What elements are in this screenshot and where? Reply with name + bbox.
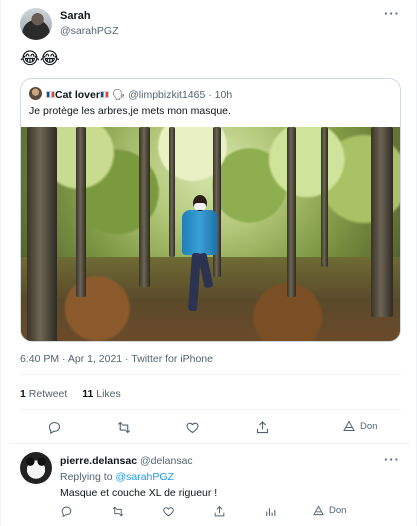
tree-trunk xyxy=(139,127,150,287)
reply-share-button[interactable] xyxy=(213,505,226,518)
reply-reply-button[interactable] xyxy=(60,505,73,518)
quoted-author-handle: @limpbizkit1465 xyxy=(128,89,206,101)
tip-label: Don xyxy=(360,420,378,432)
quoted-separator: · xyxy=(205,89,215,101)
quoted-author-avatar xyxy=(29,87,42,100)
quoted-tweet-card[interactable]: Cat lover 🗣 @limpbizkit1465 · 10h Je pro… xyxy=(20,78,401,342)
tip-icon xyxy=(313,505,324,516)
share-icon xyxy=(214,505,225,517)
person-jacket xyxy=(182,210,218,255)
tip-icon xyxy=(343,420,355,431)
reply-tip-button[interactable]: Don xyxy=(313,505,346,516)
replying-to: Replying to @sarahPGZ xyxy=(60,471,174,483)
person-leg xyxy=(197,252,214,289)
more-options-icon[interactable]: ··· xyxy=(384,6,400,21)
quoted-author-name: Cat lover xyxy=(55,89,100,101)
reply-tip-label: Don xyxy=(329,505,347,516)
quoted-tweet-text: Je protège les arbres,je mets mon masque… xyxy=(29,105,231,117)
retweet-count: 1 xyxy=(20,388,26,400)
retweet-icon xyxy=(117,421,131,434)
france-flag-icon xyxy=(46,91,55,98)
tweet-stats: 1 Retweet 11 Likes xyxy=(20,388,121,400)
divider xyxy=(9,443,410,444)
replying-to-link[interactable]: @sarahPGZ xyxy=(115,471,174,483)
reply-author-avatar[interactable] xyxy=(20,452,52,484)
share-icon xyxy=(256,421,269,434)
tree-trunk xyxy=(27,127,57,341)
tip-button[interactable]: Don xyxy=(343,420,377,432)
divider xyxy=(20,374,401,375)
tweet-timestamp[interactable]: 6:40 PM · Apr 1, 2021 · Twitter for iPho… xyxy=(20,353,213,365)
reply-more-options-icon[interactable]: ··· xyxy=(384,452,400,467)
tweet-text: 😂😂 xyxy=(20,49,60,68)
heart-icon xyxy=(163,507,174,517)
likes-stat[interactable]: 11 Likes xyxy=(82,388,121,400)
reply-author-name[interactable]: pierre.delansac xyxy=(60,455,137,467)
retweet-icon xyxy=(112,506,124,517)
tree-trunk xyxy=(287,127,296,297)
reply-author-handle[interactable]: @delansac xyxy=(140,455,193,467)
reply-retweet-button[interactable] xyxy=(111,505,125,518)
divider xyxy=(20,409,401,410)
reply-text: Masque et couche XL de rigueur ! xyxy=(60,487,218,499)
author-handle[interactable]: @sarahPGZ xyxy=(60,25,119,37)
tree-trunk xyxy=(321,127,328,267)
tree-trunk xyxy=(169,127,175,257)
analytics-icon xyxy=(266,508,276,516)
likes-count: 11 xyxy=(82,388,94,400)
reply-analytics-button[interactable] xyxy=(264,505,277,518)
replying-prefix: Replying to xyxy=(60,471,116,483)
retweet-stat[interactable]: 1 Retweet xyxy=(20,388,67,400)
retweet-stat-label: Retweet xyxy=(28,388,68,400)
masked-person xyxy=(179,195,223,317)
person-mask xyxy=(194,203,206,210)
reply-icon xyxy=(48,421,61,435)
likes-stat-label: Likes xyxy=(96,388,121,400)
speaking-head-icon: 🗣 xyxy=(111,89,126,101)
heart-icon xyxy=(186,422,199,434)
reply-header: pierre.delansac @delansac xyxy=(60,455,193,467)
reply-icon xyxy=(61,506,72,518)
author-avatar[interactable] xyxy=(20,8,52,40)
author-name[interactable]: Sarah xyxy=(60,10,91,22)
like-button[interactable] xyxy=(185,420,200,435)
quoted-tweet-photo[interactable] xyxy=(21,127,400,341)
reply-like-button[interactable] xyxy=(162,505,175,518)
tweet-thread-page: Sarah @sarahPGZ ··· 😂😂 Cat lover 🗣 @limp… xyxy=(0,0,417,526)
tweet-actions: Don xyxy=(1,420,417,438)
quoted-time: 10h xyxy=(214,89,233,101)
reply-button[interactable] xyxy=(47,420,62,435)
retweet-button[interactable] xyxy=(116,420,132,435)
quoted-tweet-header: Cat lover 🗣 @limpbizkit1465 · 10h xyxy=(46,88,232,101)
tree-trunk xyxy=(76,127,86,297)
tree-trunk xyxy=(371,127,393,317)
share-button[interactable] xyxy=(255,420,270,435)
france-flag-icon xyxy=(99,91,109,98)
reply-actions: Don xyxy=(1,505,417,523)
